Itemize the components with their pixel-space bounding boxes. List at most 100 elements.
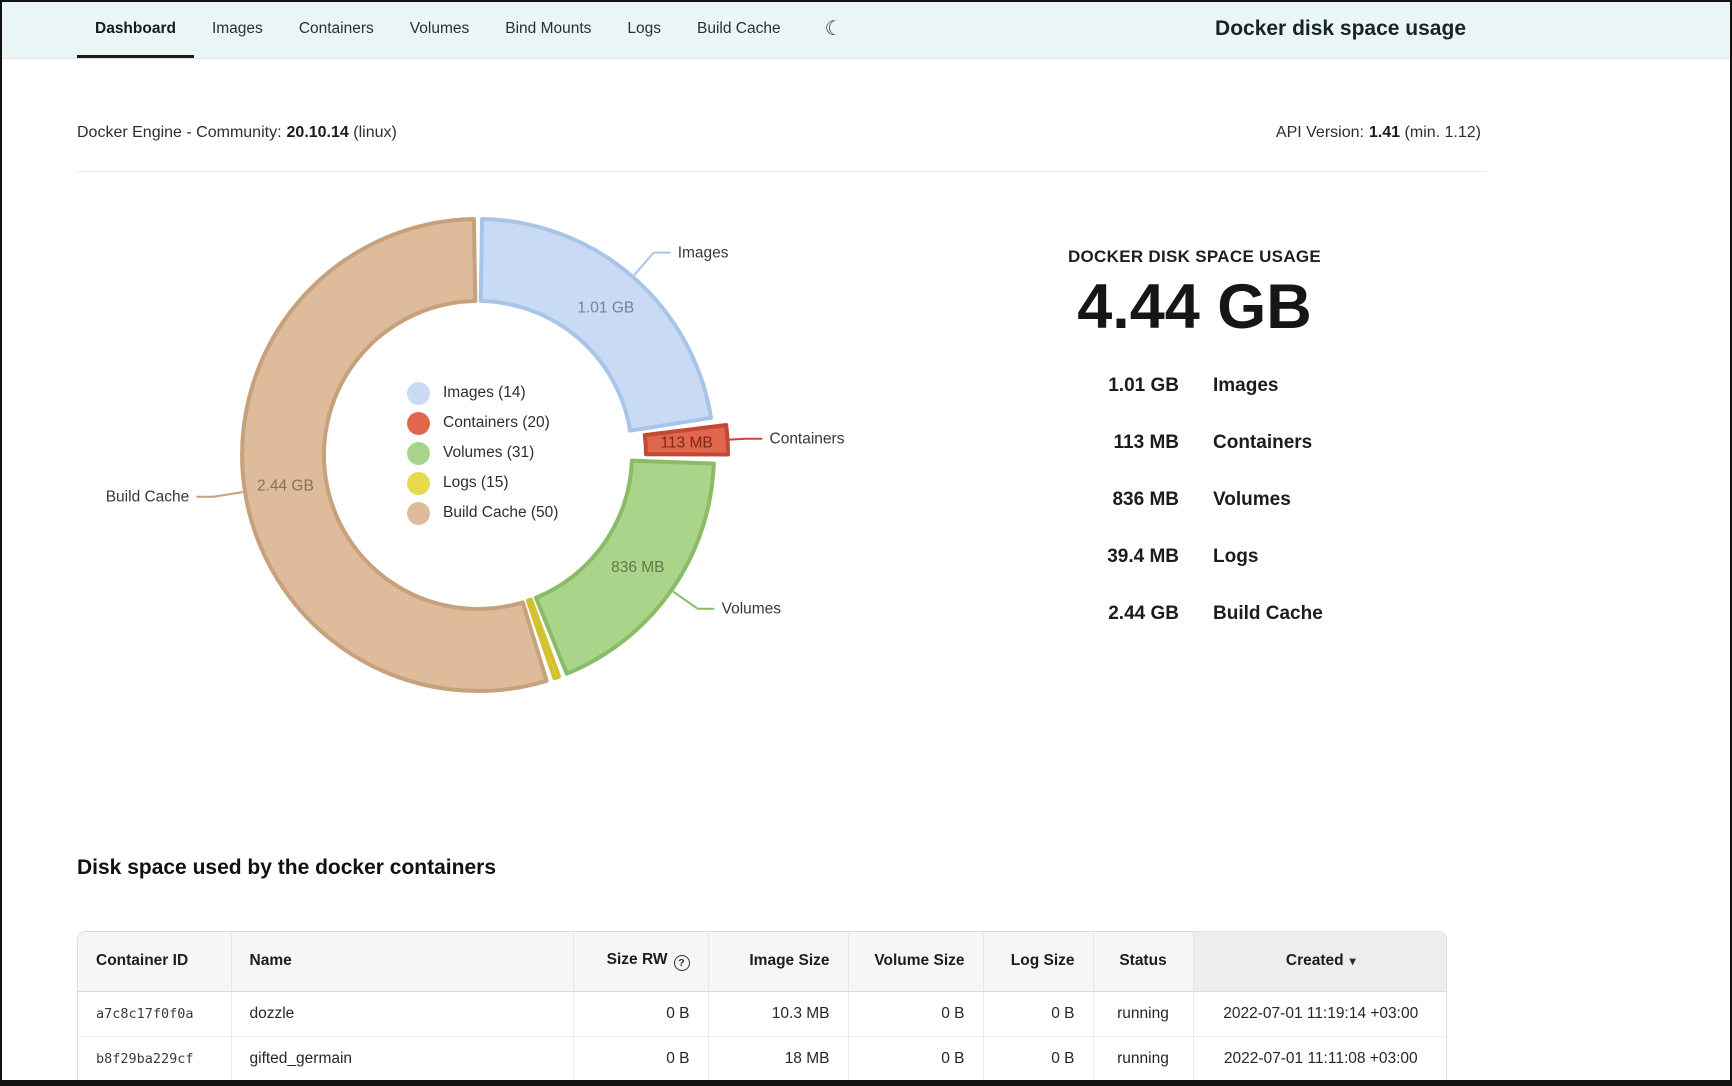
cell-volume-size: 0 B [848, 1036, 983, 1081]
column-header-status[interactable]: Status [1093, 932, 1193, 991]
legend-swatch-icon [407, 442, 430, 465]
callout-label-images: Images [678, 245, 729, 262]
engine-info-row: Docker Engine - Community: 20.10.14 (linu… [77, 124, 1486, 142]
callout-line-images [635, 253, 670, 275]
summary-value: 836 MB [1007, 489, 1179, 511]
engine-label: Docker Engine - Community: [77, 124, 282, 141]
app-title: Docker disk space usage [1215, 2, 1466, 56]
dark-mode-toggle[interactable]: ☾ [825, 2, 843, 58]
legend-item-containers[interactable]: Containers (20) [407, 408, 558, 438]
cell-container-id: a7c8c17f0f0a [78, 991, 231, 1036]
column-header-name[interactable]: Name [231, 932, 573, 991]
section-divider [77, 171, 1486, 172]
cell-name: dozzle [231, 991, 573, 1036]
tab-images[interactable]: Images [194, 2, 281, 58]
containers-table: Container IDNameSize RW?Image SizeVolume… [77, 931, 1447, 1083]
disk-usage-summary: DOCKER DISK SPACE USAGE 4.44 GB 1.01 GB I… [1007, 247, 1382, 660]
legend-swatch-icon [407, 502, 430, 525]
callout-line-volumes [674, 592, 714, 609]
cell-image-size: 18 MB [708, 1036, 848, 1081]
cell-status: running [1093, 1036, 1193, 1081]
column-header-container-id[interactable]: Container ID [78, 932, 231, 991]
app-window: DashboardImagesContainersVolumesBind Mou… [0, 0, 1732, 1086]
tab-logs[interactable]: Logs [609, 2, 679, 58]
summary-label: Logs [1213, 546, 1258, 568]
summary-value: 113 MB [1007, 432, 1179, 454]
legend-item-logs[interactable]: Logs (15) [407, 468, 558, 498]
legend-label: Volumes (31) [443, 444, 534, 462]
cell-volume-size: 0 B [848, 991, 983, 1036]
callout-label-containers: Containers [770, 431, 845, 448]
column-header-created[interactable]: Created▾ [1193, 932, 1447, 991]
tab-containers[interactable]: Containers [281, 2, 392, 58]
legend-label: Images (14) [443, 384, 526, 402]
legend-label: Logs (15) [443, 474, 508, 492]
cell-size-rw: 0 B [573, 1036, 708, 1081]
legend-swatch-icon [407, 412, 430, 435]
top-nav: DashboardImagesContainersVolumesBind Mou… [2, 2, 1730, 59]
cell-status: running [1093, 991, 1193, 1036]
summary-items: 1.01 GB Images 113 MB Containers 836 MB Volum… [1007, 375, 1382, 625]
summary-value: 1.01 GB [1007, 375, 1179, 397]
engine-suffix: (linux) [353, 124, 397, 141]
tab-volumes[interactable]: Volumes [392, 2, 487, 58]
engine-version: 20.10.14 [287, 124, 349, 141]
cell-log-size: 0 B [983, 1036, 1093, 1081]
legend-label: Containers (20) [443, 414, 550, 432]
api-label: API Version: [1276, 124, 1364, 141]
slice-value-label-images: 1.01 GB [577, 300, 634, 317]
legend-swatch-icon [407, 472, 430, 495]
summary-label: Volumes [1213, 489, 1291, 511]
callout-line-build-cache [197, 492, 242, 497]
summary-item-build-cache: 2.44 GB Build Cache [1007, 603, 1382, 625]
summary-label: Containers [1213, 432, 1312, 454]
api-suffix: (min. 1.12) [1405, 124, 1481, 141]
tab-bind-mounts[interactable]: Bind Mounts [487, 2, 609, 58]
api-version-text: API Version: 1.41 (min. 1.12) [1276, 124, 1486, 142]
slice-value-label-volumes: 836 MB [611, 559, 664, 576]
legend-item-build-cache[interactable]: Build Cache (50) [407, 498, 558, 528]
cell-container-id: b8f29ba229cf [78, 1036, 231, 1081]
engine-version-text: Docker Engine - Community: 20.10.14 (linu… [77, 124, 402, 142]
legend-label: Build Cache (50) [443, 504, 558, 522]
help-icon[interactable]: ? [674, 955, 690, 971]
tab-build-cache[interactable]: Build Cache [679, 2, 799, 58]
legend-swatch-icon [407, 382, 430, 405]
legend-item-images[interactable]: Images (14) [407, 378, 558, 408]
container-row-gifted_germain[interactable]: b8f29ba229cfgifted_germain0 B18 MB0 B0 B… [78, 1036, 1447, 1081]
cell-log-size: 0 B [983, 991, 1093, 1036]
nav-tabs: DashboardImagesContainersVolumesBind Mou… [77, 2, 799, 58]
legend-item-volumes[interactable]: Volumes (31) [407, 438, 558, 468]
summary-item-containers: 113 MB Containers [1007, 432, 1382, 454]
container-row-dozzle[interactable]: a7c8c17f0f0adozzle0 B10.3 MB0 B0 Brunnin… [78, 991, 1447, 1036]
slice-value-label-build-cache: 2.44 GB [257, 477, 314, 494]
slice-value-label-containers: 113 MB [660, 434, 712, 451]
summary-value: 2.44 GB [1007, 603, 1179, 625]
containers-table-title: Disk space used by the docker containers [77, 856, 496, 880]
cell-image-size: 10.3 MB [708, 991, 848, 1036]
summary-heading: DOCKER DISK SPACE USAGE [1007, 247, 1382, 267]
chart-legend: Images (14) Containers (20) Volumes (31) Lo… [407, 378, 558, 528]
summary-item-logs: 39.4 MB Logs [1007, 546, 1382, 568]
column-header-log-size[interactable]: Log Size [983, 932, 1093, 991]
column-header-size-rw[interactable]: Size RW? [573, 932, 708, 991]
summary-item-volumes: 836 MB Volumes [1007, 489, 1382, 511]
callout-line-containers [730, 439, 762, 440]
summary-value: 39.4 MB [1007, 546, 1179, 568]
tab-dashboard[interactable]: Dashboard [77, 2, 194, 58]
summary-label: Build Cache [1213, 603, 1323, 625]
summary-item-images: 1.01 GB Images [1007, 375, 1382, 397]
callout-label-volumes: Volumes [722, 601, 782, 618]
cell-created: 2022-07-01 11:11:08 +03:00 [1193, 1036, 1447, 1081]
cell-created: 2022-07-01 11:19:14 +03:00 [1193, 991, 1447, 1036]
api-version: 1.41 [1369, 124, 1400, 141]
column-header-volume-size[interactable]: Volume Size [848, 932, 983, 991]
summary-label: Images [1213, 375, 1278, 397]
cell-name: gifted_germain [231, 1036, 573, 1081]
summary-total: 4.44 GB [1007, 271, 1382, 343]
moon-icon: ☾ [825, 16, 843, 41]
cell-size-rw: 0 B [573, 991, 708, 1036]
sort-desc-icon: ▾ [1350, 954, 1356, 968]
callout-label-build-cache: Build Cache [106, 489, 190, 506]
column-header-image-size[interactable]: Image Size [708, 932, 848, 991]
